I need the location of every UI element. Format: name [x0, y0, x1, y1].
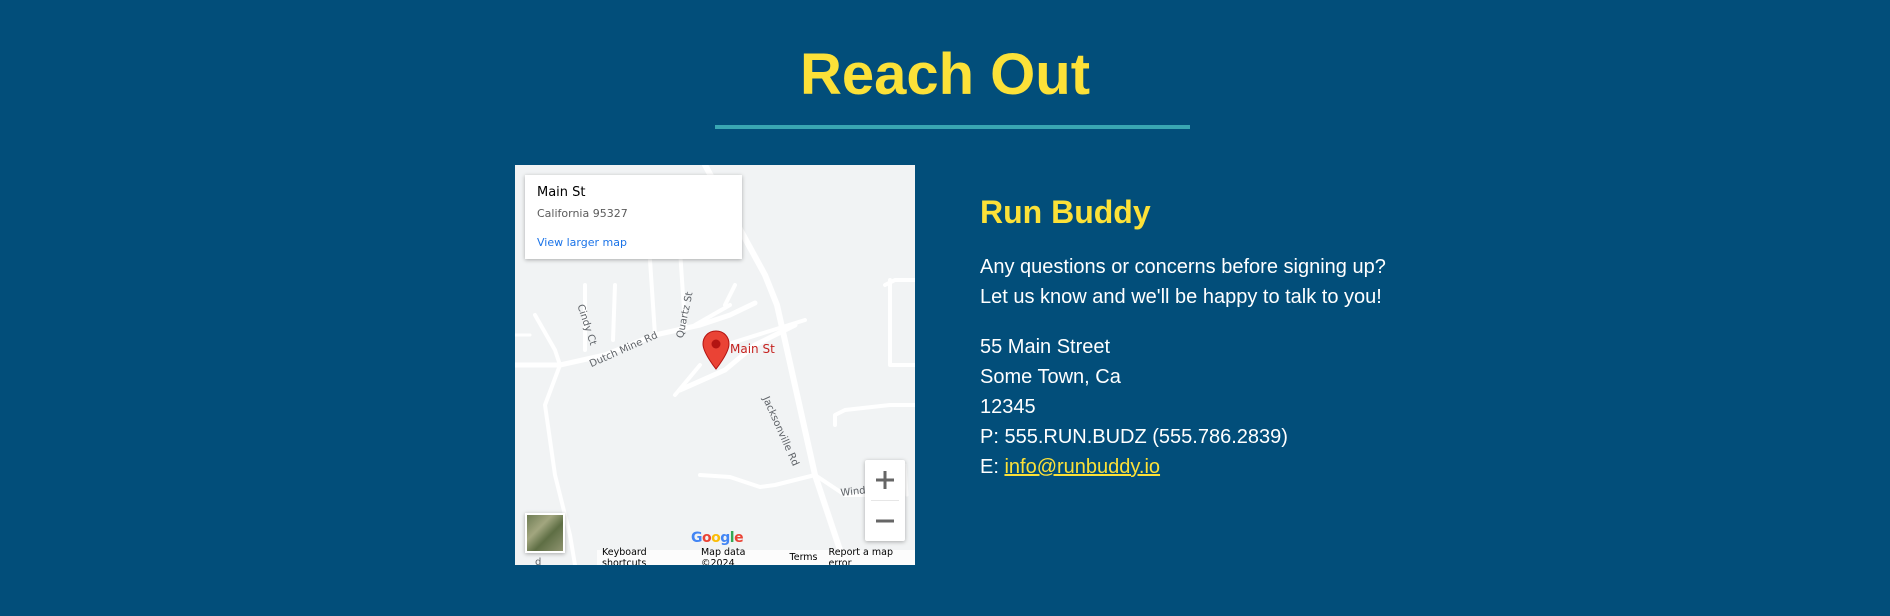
map-data-text: Map data ©2024	[700, 546, 746, 566]
map-pin-label: Main St	[730, 342, 775, 356]
email-link[interactable]: info@runbuddy.io	[1004, 456, 1160, 478]
phone-line: P: 555.RUN.BUDZ (555.786.2839)	[980, 422, 1288, 452]
road-label-edge: d	[535, 557, 542, 565]
page-title: Reach Out	[799, 42, 1091, 107]
zip-line: 12345	[980, 396, 1036, 418]
keyboard-shortcuts-link[interactable]: Keyboard shortcuts	[602, 547, 690, 566]
minus-icon	[876, 519, 894, 523]
map-footer: Keyboard shortcuts Map data ©2024 Terms …	[597, 546, 915, 566]
map-pin-icon[interactable]	[702, 330, 730, 375]
map-embed[interactable]: Cindy Ct Dutch Mine Rd Quartz St Jackson…	[515, 165, 915, 565]
blurb-line-1: Any questions or concerns before signing…	[980, 256, 1386, 278]
google-logo: Google	[691, 530, 744, 546]
email-prefix: E:	[980, 456, 1005, 478]
report-map-error-link[interactable]: Report a map error	[829, 547, 915, 566]
zoom-in-button[interactable]	[865, 460, 905, 500]
zoom-control	[865, 460, 905, 541]
street-line: 55 Main Street	[980, 336, 1111, 358]
blurb-line-2: Let us know and we'll be happy to talk t…	[980, 286, 1382, 308]
place-name: Main St	[537, 185, 586, 200]
phone-prefix: P:	[980, 426, 1005, 448]
satellite-layer-button[interactable]	[525, 513, 565, 553]
terms-link[interactable]: Terms	[790, 552, 818, 563]
view-larger-map-link[interactable]: View larger map	[537, 236, 627, 249]
zoom-out-button[interactable]	[865, 501, 905, 541]
city-line: Some Town, Ca	[980, 366, 1121, 388]
phone-number: 555.RUN.BUDZ (555.786.2839)	[1004, 426, 1288, 448]
place-address: California 95327	[537, 207, 628, 220]
title-divider	[715, 125, 1190, 129]
contact-address: 55 Main Street Some Town, Ca 12345 P: 55…	[980, 332, 1288, 482]
plus-icon	[876, 471, 894, 489]
contact-blurb: Any questions or concerns before signing…	[980, 252, 1386, 312]
email-line: E: info@runbuddy.io	[980, 452, 1288, 482]
place-card: Main St California 95327 View larger map	[525, 175, 742, 259]
brand-heading: Run Buddy	[980, 194, 1151, 230]
